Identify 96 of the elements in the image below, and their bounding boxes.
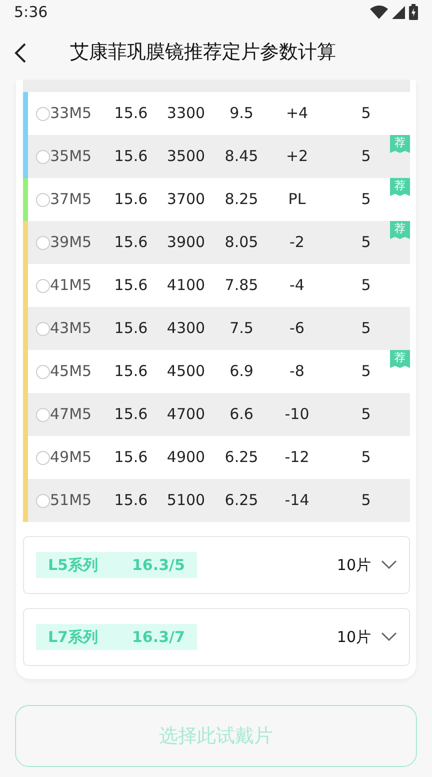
- chevron-down-icon[interactable]: [381, 632, 397, 642]
- wifi-icon: [370, 5, 388, 19]
- lens-row[interactable]: 37M5 15.6 3700 8.25 PL 5 荐: [23, 178, 410, 221]
- table-cell-text: +2: [284, 146, 310, 168]
- table-cell-text: 5: [360, 189, 372, 210]
- lens-name: 45M5: [50, 361, 93, 382]
- table-cell-text: 15.6: [113, 318, 149, 340]
- table-cell-text: 6.6: [228, 404, 254, 426]
- table-cell-text: 15.6: [113, 490, 149, 512]
- series-card[interactable]: L7系列 16.3/7 10片: [23, 608, 410, 666]
- signal-icon: [392, 6, 405, 18]
- table-cell-text: 15.6: [113, 146, 149, 168]
- table-cell-text: 5: [360, 404, 372, 426]
- table-cell-text: 5: [360, 361, 372, 382]
- table-cell-text: 4900: [166, 447, 206, 468]
- table-cell-text: -8: [288, 361, 306, 382]
- table-cell-text: 15.6: [113, 404, 149, 426]
- series-spec: 16.3/5: [132, 554, 185, 576]
- table-cell-text: 5: [360, 447, 372, 468]
- table-cell-text: 5: [360, 318, 372, 340]
- table-cell-text: 15.6: [113, 232, 149, 254]
- table-cell-text: 8.05: [224, 232, 260, 254]
- table-cell-text: 3300: [166, 103, 206, 124]
- table-cell-text: 5: [360, 146, 372, 168]
- recommended-tag: 荐: [390, 178, 410, 196]
- lens-count: 10片: [336, 626, 371, 648]
- table-cell-text: 3900: [166, 232, 206, 254]
- radio-button[interactable]: [36, 450, 50, 464]
- table-cell-text: 5: [360, 275, 372, 296]
- lens-count: 10片: [336, 554, 371, 576]
- page-title: 艾康菲巩膜镜推荐定片参数计算: [70, 40, 336, 65]
- table-cell-text: 4500: [166, 361, 206, 382]
- table-cell-text: 4100: [166, 275, 206, 296]
- radio-button[interactable]: [36, 192, 50, 206]
- table-cell-text: -4: [288, 275, 306, 296]
- series-name: L5系列: [48, 554, 98, 576]
- table-cell-text: -2: [288, 232, 306, 254]
- radio-button[interactable]: [36, 364, 50, 378]
- table-cell-text: 15.6: [113, 447, 149, 468]
- table-cell-text: 8.45: [224, 146, 260, 168]
- table-cell-text: 15.6: [113, 275, 149, 296]
- table-cell-text: 5: [360, 232, 372, 254]
- lens-name: 41M5: [50, 275, 93, 296]
- battery-icon: [409, 4, 418, 20]
- lens-name: 43M5: [50, 318, 93, 340]
- series-name: L7系列: [48, 626, 98, 648]
- status-time: 5:36: [14, 2, 48, 23]
- table-cell-text: 15.6: [113, 361, 149, 382]
- table-cell-text: 7.85: [224, 275, 260, 296]
- lens-row[interactable]: 45M5 15.6 4500 6.9 -8 5 荐: [23, 350, 410, 393]
- chevron-down-icon[interactable]: [381, 560, 397, 570]
- table-cell-text: 7.5: [228, 318, 254, 340]
- table-cell-text: 9.5: [228, 103, 254, 124]
- radio-button[interactable]: [36, 236, 50, 250]
- lens-name: 49M5: [50, 447, 93, 468]
- table-cell-text: 6.9: [228, 361, 254, 382]
- lens-name: 51M5: [50, 490, 93, 512]
- series-spec: 16.3/7: [132, 626, 185, 648]
- table-cell-text: 6.25: [224, 447, 260, 468]
- table-cell-text: -10: [284, 404, 310, 426]
- table-cell-text: 4300: [166, 318, 206, 340]
- radio-button[interactable]: [36, 150, 50, 164]
- table-cell-text: PL: [287, 189, 307, 210]
- lens-row[interactable]: 51M5 15.6 5100 6.25 -14 5: [23, 479, 410, 522]
- table-cell-text: 15.6: [113, 189, 149, 210]
- table-cell-text: 6.25: [224, 490, 260, 512]
- lens-name: 33M5: [50, 103, 93, 124]
- radio-button[interactable]: [36, 494, 50, 508]
- recommended-tag: 荐: [390, 135, 410, 153]
- lens-row[interactable]: 35M5 15.6 3500 8.45 +2 5 荐: [23, 135, 410, 178]
- table-cell-text: +4: [284, 103, 310, 124]
- table-cell-text: -14: [284, 490, 310, 512]
- lens-name: 39M5: [50, 232, 93, 254]
- table-cell-text: 5100: [166, 490, 206, 512]
- lens-row[interactable]: 39M5 15.6 3900 8.05 -2 5 荐: [23, 221, 410, 264]
- table-cell-text: 5: [360, 103, 372, 124]
- radio-button[interactable]: [36, 408, 50, 422]
- table-cell-text: 5: [360, 490, 372, 512]
- recommended-tag: 荐: [390, 221, 410, 239]
- table-cell-text: 4700: [166, 404, 206, 426]
- lens-row[interactable]: 47M5 15.6 4700 6.6 -10 5: [23, 393, 410, 436]
- table-cell-text: 3700: [166, 189, 206, 210]
- table-cell-text: 8.25: [224, 189, 260, 210]
- lens-name: 47M5: [50, 404, 93, 426]
- lens-row[interactable]: 43M5 15.6 4300 7.5 -6 5: [23, 307, 410, 350]
- table-cell-text: -6: [288, 318, 306, 340]
- table-cell-text: 3500: [166, 146, 206, 168]
- lens-name: 35M5: [50, 146, 93, 168]
- recommended-tag: 荐: [390, 350, 410, 368]
- table-cell-text: -12: [284, 447, 310, 468]
- radio-button[interactable]: [36, 106, 50, 120]
- table-cell-text: 15.6: [113, 103, 149, 124]
- lens-name: 37M5: [50, 189, 93, 210]
- series-card[interactable]: L5系列 16.3/5 10片: [23, 536, 410, 594]
- radio-button[interactable]: [36, 278, 50, 292]
- radio-button[interactable]: [36, 322, 50, 336]
